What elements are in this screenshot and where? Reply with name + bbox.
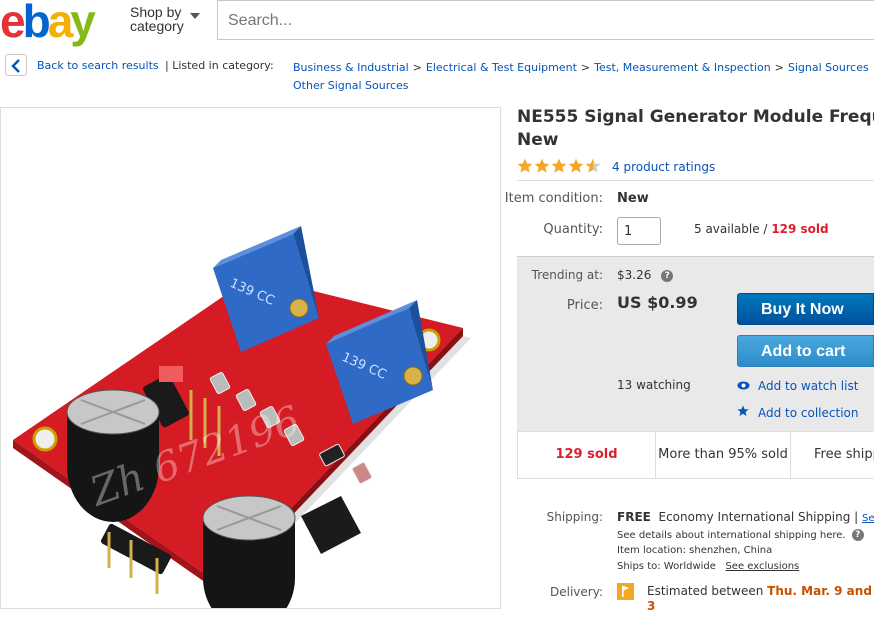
rating-star-icon: [534, 158, 550, 173]
shipping-free: FREE: [617, 510, 651, 524]
price-label: Price:: [566, 298, 603, 313]
collection-label: Add to collection: [758, 406, 859, 420]
shipping-label: Shipping:: [546, 510, 603, 524]
chevron-left-icon: [11, 59, 20, 73]
breadcrumb-separator: >: [580, 61, 591, 74]
ebay-logo[interactable]: ebay: [0, 0, 96, 47]
add-to-cart-button[interactable]: Add to cart: [737, 335, 874, 367]
product-title-line1: NE555 Signal Generator Module Frequency: [517, 107, 874, 127]
shipping-value: FREE Economy International Shipping | Se…: [617, 510, 874, 524]
rating-star-icon: [568, 158, 584, 173]
rating-star-icon: [517, 158, 533, 173]
item-location: Item location: shenzhen, China: [617, 545, 773, 556]
delivery-estimate: Estimated between Thu. Mar. 9 and Mon. A…: [647, 584, 874, 614]
product-ratings-link[interactable]: 4 product ratings: [612, 160, 715, 174]
site-header: ebay Shop by category Search...: [0, 0, 874, 44]
quantity-input[interactable]: 1: [617, 217, 661, 245]
delivery-label: Delivery:: [550, 585, 603, 599]
sold-count-link[interactable]: 129 sold: [771, 222, 828, 236]
breadcrumb-separator: >: [412, 61, 422, 74]
circuit-board-image: 139 CC 139 CC Zh 672196: [13, 226, 471, 608]
logo-letter: e: [0, 0, 26, 47]
see-exclusions-link[interactable]: See exclusions: [725, 561, 799, 572]
divider: [517, 180, 874, 181]
back-button[interactable]: [5, 54, 27, 76]
delivery-dates-line2: 3: [647, 599, 656, 613]
product-image[interactable]: 139 CC 139 CC Zh 672196: [0, 107, 501, 609]
rating-star-icon: [551, 158, 567, 173]
trending-value: $3.26 ?: [617, 268, 674, 282]
shipping-see-details-link[interactable]: See details: [862, 513, 874, 524]
shipping-method: Economy International Shipping |: [658, 510, 859, 524]
stat-free-shipping: Free shipping: [814, 447, 874, 462]
price-value: US $0.99: [617, 293, 698, 312]
breadcrumb: Back to search results | Listed in categ…: [0, 52, 874, 92]
chevron-down-icon: [190, 13, 200, 19]
delivery-prefix: Estimated between: [647, 584, 764, 598]
back-to-search-link[interactable]: Back to search results: [37, 59, 159, 72]
availability-text: 5 available / 129 sold: [694, 222, 829, 236]
available-count: 5 available /: [694, 222, 768, 236]
shipping-details-line: See details about international shipping…: [617, 530, 846, 541]
delivery-dates: Thu. Mar. 9 and Mon. Apr.: [767, 584, 874, 598]
flag-icon: [617, 583, 634, 600]
category-path: Business & Industrial > Electrical & Test …: [293, 59, 874, 95]
logo-letter: a: [47, 0, 74, 47]
category-link[interactable]: Business & Industrial: [293, 61, 409, 74]
shipping-details-text: See details about international shipping…: [617, 529, 864, 541]
logo-letter: y: [70, 0, 96, 47]
shop-by-label-line1: Shop by: [130, 4, 182, 20]
buy-it-now-button[interactable]: Buy It Now: [737, 293, 874, 325]
product-title: NE555 Signal Generator Module Frequency …: [517, 106, 874, 152]
stat-positive: More than 95% sold: [658, 447, 788, 462]
trending-price: $3.26: [617, 268, 652, 282]
help-icon[interactable]: ?: [661, 269, 674, 282]
listed-in-label: | Listed in category:: [165, 59, 274, 72]
rating-star-icon: [585, 158, 601, 173]
help-icon[interactable]: ?: [851, 529, 864, 541]
search-input[interactable]: Search...: [217, 0, 874, 40]
condition-label: Item condition:: [504, 191, 603, 206]
rating-stars[interactable]: [517, 158, 602, 176]
shop-by-category-button[interactable]: Shop by category: [130, 4, 200, 34]
category-link[interactable]: Electrical & Test Equipment: [426, 61, 577, 74]
stat-sold: 129 sold: [518, 432, 655, 478]
logo-letter: b: [22, 0, 51, 47]
shop-by-label-line2: category: [130, 18, 184, 34]
watch-list-label: Add to watch list: [758, 379, 859, 393]
eye-icon: [737, 379, 751, 393]
ships-to: Ships to: Worldwide See exclusions: [617, 561, 799, 572]
trending-label: Trending at:: [531, 268, 603, 282]
product-title-line2: New: [517, 130, 559, 150]
add-to-watch-list-link[interactable]: Add to watch list: [737, 379, 858, 393]
category-link[interactable]: Other Signal Sources: [293, 79, 409, 92]
ships-to-text: Ships to: Worldwide: [617, 561, 716, 572]
condition-value: New: [617, 191, 649, 206]
quantity-label: Quantity:: [543, 222, 603, 237]
star-icon: [737, 405, 751, 420]
add-to-collection-link[interactable]: Add to collection: [737, 405, 858, 420]
category-link[interactable]: Signal Sources: [788, 61, 869, 74]
stat-sold-text: 129 sold: [555, 447, 618, 462]
breadcrumb-separator: >: [774, 61, 784, 74]
category-link[interactable]: Test, Measurement & Inspection: [594, 61, 771, 74]
item-stats-row: 129 sold More than 95% sold Free shippin…: [517, 431, 874, 479]
watching-count: 13 watching: [617, 378, 691, 392]
